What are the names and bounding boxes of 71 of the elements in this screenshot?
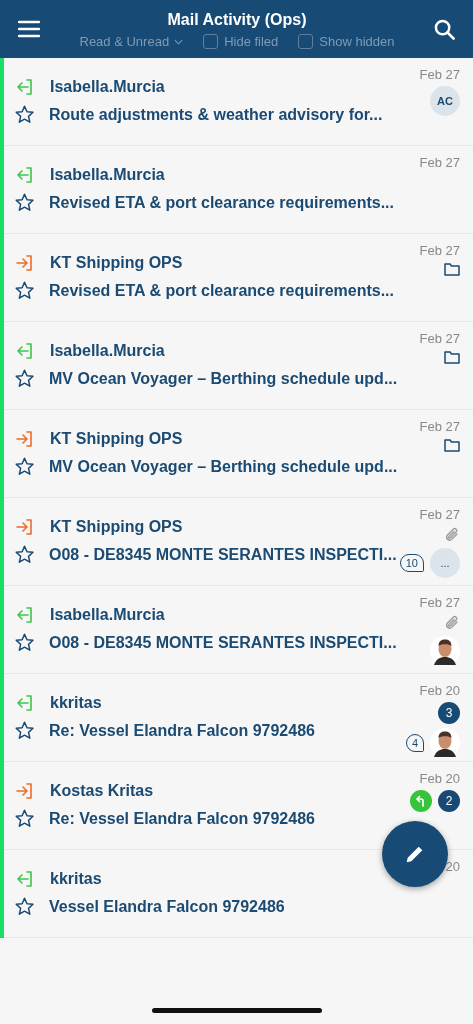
date-text: Feb 27 bbox=[419, 331, 460, 346]
mail-row[interactable]: Isabella.Murcia O08 - DE8345 MONTE SERANTES INSPECTI... Feb 27 bbox=[4, 586, 473, 674]
date-text: Feb 27 bbox=[419, 155, 460, 170]
avatar-initials: AC bbox=[430, 86, 460, 116]
date-text: Feb 20 bbox=[419, 771, 460, 786]
sender-name: Isabella.Murcia bbox=[50, 605, 165, 624]
subject-text: Re: Vessel Elandra Falcon 9792486 bbox=[49, 809, 315, 828]
unread-count: 3 bbox=[438, 702, 460, 724]
mail-row[interactable]: KT Shipping OPS MV Ocean Voyager – Berthing schedule upd... Feb 27 bbox=[4, 410, 473, 498]
more-button[interactable]: ... bbox=[430, 548, 460, 578]
checkbox-label: Show hidden bbox=[319, 34, 395, 49]
unread-count: 2 bbox=[438, 790, 460, 812]
incoming-icon bbox=[16, 77, 34, 96]
mail-row[interactable]: Isabella.Murcia MV Ocean Voyager – Berthing schedule upd... Feb 27 bbox=[4, 322, 473, 410]
incoming-icon bbox=[16, 165, 34, 184]
star-icon[interactable] bbox=[14, 456, 35, 477]
outgoing-icon bbox=[16, 253, 34, 272]
mail-row[interactable]: kkritas Re: Vessel Elandra Falcon 9792486 Feb 20 3 4 bbox=[4, 674, 473, 762]
compose-button[interactable] bbox=[382, 821, 448, 887]
sender-name: Isabella.Murcia bbox=[50, 77, 165, 96]
outgoing-icon bbox=[16, 781, 34, 800]
star-icon[interactable] bbox=[14, 720, 35, 741]
sender-name: kkritas bbox=[50, 869, 102, 888]
mail-row[interactable]: Isabella.Murcia Revised ETA & port clearance requirements... Feb 27 bbox=[4, 146, 473, 234]
incoming-icon bbox=[16, 869, 34, 888]
incoming-icon bbox=[16, 341, 34, 360]
checkbox[interactable] bbox=[203, 34, 219, 49]
sender-name: Isabella.Murcia bbox=[50, 341, 165, 360]
date-text: Feb 27 bbox=[419, 419, 460, 434]
checkbox[interactable] bbox=[298, 34, 314, 49]
subject-text: MV Ocean Voyager – Berthing schedule upd... bbox=[49, 369, 398, 388]
date-text: Feb 27 bbox=[419, 595, 460, 610]
menu-icon[interactable] bbox=[18, 20, 40, 38]
subject-text: Revised ETA & port clearance requirements... bbox=[49, 281, 394, 300]
date-text: 20 bbox=[445, 859, 460, 874]
date-text: Feb 27 bbox=[419, 67, 460, 82]
sender-name: Kostas Kritas bbox=[50, 781, 154, 800]
subject-text: O08 - DE8345 MONTE SERANTES INSPECTI... bbox=[49, 545, 397, 564]
subject-text: Route adjustments & weather advisory for... bbox=[49, 105, 383, 124]
star-icon[interactable] bbox=[14, 544, 35, 565]
star-icon[interactable] bbox=[14, 632, 35, 653]
star-icon[interactable] bbox=[14, 192, 35, 213]
star-icon[interactable] bbox=[14, 104, 35, 125]
mail-row[interactable]: KT Shipping OPS O08 - DE8345 MONTE SERANTES INSPECTI... Feb 27 10 ... bbox=[4, 498, 473, 586]
sender-name: kkritas bbox=[50, 693, 102, 712]
star-icon[interactable] bbox=[14, 808, 35, 829]
subject-text: Vessel Elandra Falcon 9792486 bbox=[49, 897, 285, 916]
sender-name: Isabella.Murcia bbox=[50, 165, 165, 184]
subject-text: Re: Vessel Elandra Falcon 9792486 bbox=[49, 721, 315, 740]
star-icon[interactable] bbox=[14, 280, 35, 301]
incoming-icon bbox=[16, 693, 34, 712]
search-icon[interactable] bbox=[434, 18, 455, 40]
star-icon[interactable] bbox=[14, 896, 35, 917]
date-text: Feb 20 bbox=[419, 683, 460, 698]
subject-text: MV Ocean Voyager – Berthing schedule upd... bbox=[49, 457, 398, 476]
mail-row[interactable]: KT Shipping OPS Revised ETA & port clearance requirements... Feb 27 bbox=[4, 234, 473, 322]
outgoing-icon bbox=[16, 429, 34, 448]
star-icon[interactable] bbox=[14, 368, 35, 389]
date-text: Feb 27 bbox=[419, 507, 460, 522]
chevron-icon bbox=[174, 38, 184, 45]
subject-text: O08 - DE8345 MONTE SERANTES INSPECTI... bbox=[49, 633, 397, 652]
date-text: Feb 27 bbox=[419, 243, 460, 258]
mail-row[interactable]: Isabella.Murcia Route adjustments & weather advisory for... Feb 27 AC bbox=[4, 58, 473, 146]
incoming-icon bbox=[16, 605, 34, 624]
screen-title: Mail Activity (Ops) bbox=[167, 11, 307, 29]
sender-name: KT Shipping OPS bbox=[50, 517, 183, 536]
checkbox-label: Hide filed bbox=[224, 34, 279, 49]
subject-text: Revised ETA & port clearance requirements... bbox=[49, 193, 394, 212]
sender-name: KT Shipping OPS bbox=[50, 253, 183, 272]
outgoing-icon bbox=[16, 517, 34, 536]
sender-name: KT Shipping OPS bbox=[50, 429, 183, 448]
